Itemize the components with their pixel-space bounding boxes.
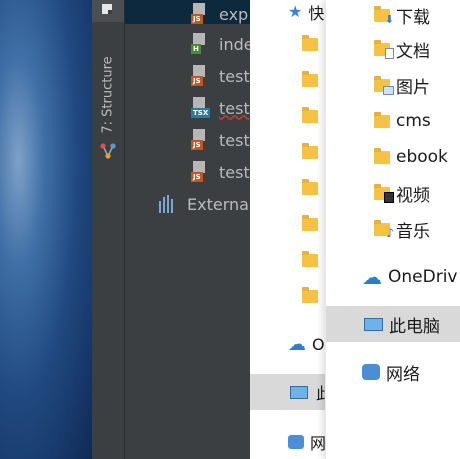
library-icon xyxy=(159,195,181,213)
nav-item-ebook[interactable]: ebook xyxy=(374,142,448,172)
file-name: test xyxy=(219,130,250,150)
nav-item-music[interactable]: ♪ 音乐 xyxy=(374,214,430,244)
project-tree-panel: JS exp H inde JS test TSX test JS test J… xyxy=(125,0,250,459)
nav-item-label: 网络 xyxy=(386,364,420,385)
js-file-icon: JS xyxy=(191,65,213,87)
nav-item-label: 图片 xyxy=(396,77,430,98)
nav-folder-item[interactable] xyxy=(302,35,318,51)
nav-folder-item[interactable] xyxy=(302,71,318,87)
file-name: inde xyxy=(219,34,250,54)
nav-item-cms[interactable]: cms xyxy=(374,106,431,136)
downloads-folder-icon xyxy=(302,71,318,87)
external-libraries-row[interactable]: Externa xyxy=(159,190,249,218)
nav-folder-item[interactable] xyxy=(302,251,318,267)
explorer-nav-pane-front: ⬇ 下载 文档 图片 cms ebook 视频 ♪ 音乐 ☁ OneDriv 此… xyxy=(325,0,460,459)
nav-item-label: 下载 xyxy=(396,7,430,28)
documents-folder-icon xyxy=(374,39,394,59)
nav-folder-item[interactable] xyxy=(302,215,318,231)
nav-item-label: ebook xyxy=(396,147,448,167)
pictures-folder-icon xyxy=(374,75,394,95)
computer-icon xyxy=(364,317,383,331)
file-explorer-area: ★ 快 ☁ O 此 网 ⬇ 下载 文档 图片 cms ebook 视频 ♪ 音乐… xyxy=(250,0,460,459)
structure-tool-tab[interactable]: 7: Structure xyxy=(92,40,124,170)
structure-tab-label: 7: Structure xyxy=(100,56,116,134)
music-folder-icon: ♪ xyxy=(374,219,394,239)
js-file-icon: JS xyxy=(191,129,213,151)
nav-item-downloads[interactable]: ⬇ 下载 xyxy=(374,0,430,30)
nav-item-videos[interactable]: 视频 xyxy=(374,178,430,208)
tree-file-row[interactable]: JS exp xyxy=(191,0,248,28)
desktop-wallpaper xyxy=(0,0,92,459)
nav-item-onedrive[interactable]: ☁ OneDriv xyxy=(362,262,457,292)
nav-item-documents[interactable]: 文档 xyxy=(374,34,430,64)
videos-folder-icon xyxy=(302,251,318,267)
js-file-icon: JS xyxy=(191,3,213,25)
nav-item-label: 视频 xyxy=(396,185,430,206)
network-item[interactable]: 网 xyxy=(288,430,326,454)
file-name: test xyxy=(219,162,250,182)
nav-folder-item[interactable] xyxy=(302,143,318,159)
videos-folder-icon xyxy=(374,183,394,203)
onedrive-label: O xyxy=(312,335,325,354)
network-icon xyxy=(288,435,304,449)
nav-item-label: 文档 xyxy=(396,41,430,62)
js-file-icon: JS xyxy=(191,161,213,183)
nav-item-pictures[interactable]: 图片 xyxy=(374,70,430,100)
network-label: 网 xyxy=(310,434,327,453)
file-name: test xyxy=(219,98,250,118)
folder-icon xyxy=(302,179,318,195)
tree-file-row[interactable]: JS test xyxy=(191,158,250,186)
pictures-folder-icon xyxy=(302,143,318,159)
tree-file-row[interactable]: JS test xyxy=(191,126,250,154)
quick-access-label: 快 xyxy=(308,4,325,23)
network-icon xyxy=(362,364,380,380)
explorer-nav-pane-back: ★ 快 ☁ O 此 网 xyxy=(250,0,332,459)
cloud-icon: ☁ xyxy=(288,334,306,355)
documents-folder-icon xyxy=(302,107,318,123)
cloud-icon: ☁ xyxy=(362,265,382,289)
file-name: exp xyxy=(219,4,249,24)
tsx-file-icon: TSX xyxy=(191,97,213,119)
quick-access-item[interactable]: ★ 快 xyxy=(288,0,324,24)
tree-file-row[interactable]: H inde xyxy=(191,30,250,58)
folder-icon xyxy=(302,215,318,231)
external-libraries-label: Externa xyxy=(187,194,249,214)
music-folder-icon xyxy=(302,287,318,303)
nav-item-network[interactable]: 网络 xyxy=(362,357,420,387)
folder-icon xyxy=(374,147,390,164)
folder-icon xyxy=(374,111,390,128)
file-name: test xyxy=(219,66,250,86)
nav-folder-item[interactable] xyxy=(302,287,318,303)
nav-item-label: OneDriv xyxy=(388,267,458,287)
nav-folder-item[interactable] xyxy=(302,107,318,123)
desktop-folder-icon xyxy=(302,35,318,51)
star-icon: ★ xyxy=(288,2,303,21)
html-file-icon: H xyxy=(191,33,213,55)
nav-item-label: 音乐 xyxy=(396,221,430,242)
tree-file-row[interactable]: TSX test xyxy=(191,94,250,122)
computer-icon xyxy=(290,385,308,399)
ide-tool-strip: 7: Structure xyxy=(92,0,125,459)
onedrive-item[interactable]: ☁ O xyxy=(288,334,325,355)
downloads-folder-icon: ⬇ xyxy=(374,5,394,25)
nav-folder-item[interactable] xyxy=(302,179,318,195)
nav-item-label: 此电脑 xyxy=(389,316,440,337)
nav-item-this-pc[interactable]: 此电脑 xyxy=(362,309,440,339)
project-tool-button[interactable] xyxy=(92,0,124,22)
tree-file-row[interactable]: JS test xyxy=(191,62,250,90)
nav-item-label: cms xyxy=(396,111,431,131)
structure-icon xyxy=(100,143,116,159)
